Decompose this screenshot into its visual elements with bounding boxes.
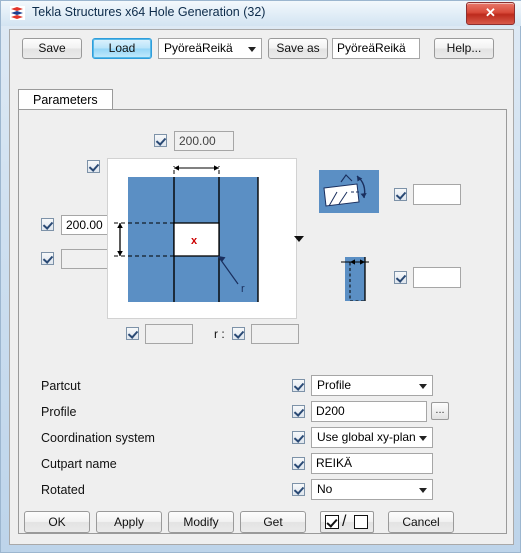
partcut-combo[interactable]: Profile [311,375,433,396]
bottom-field-1-checkbox[interactable] [126,327,139,340]
coordination-system-combo-value: Use global xy-plan [317,430,416,444]
left-field-2-checkbox[interactable] [41,252,54,265]
top-field-checkbox[interactable] [154,134,167,147]
coordination-system-combo[interactable]: Use global xy-plan [311,427,433,448]
edge-distance-icon[interactable] [339,253,375,302]
center-marker-icon: x [191,235,198,247]
tekla-logo-icon [10,6,25,20]
bottom-field-2-checkbox[interactable] [232,327,245,340]
edge-distance-field-checkbox[interactable] [394,271,407,284]
property-label-coordination-system: Coordination system [41,431,155,445]
toolbar: Save Load PyöreäReikä Save as PyöreäReik… [10,30,513,64]
title-bar: Tekla Structures x64 Hole Generation (32… [1,1,521,26]
hole-geometry-drawing: x r [114,165,259,302]
chevron-down-icon[interactable] [294,236,304,242]
cutpart-name-checkbox[interactable] [292,457,305,470]
dialog-window: Tekla Structures x64 Hole Generation (32… [0,0,521,553]
save-as-input[interactable]: PyöreäReikä [332,38,420,59]
profile-input[interactable]: D200 [311,401,427,422]
radius-label: r [241,283,245,295]
diagram-panel-checkbox[interactable] [87,160,100,173]
profile-checkbox[interactable] [292,405,305,418]
chevron-down-icon [419,383,427,389]
cancel-button[interactable]: Cancel [388,511,454,533]
preset-combo-value: PyöreäReikä [164,41,233,55]
bottom-field-2-input[interactable] [251,324,299,344]
property-label-partcut: Partcut [41,379,81,393]
property-label-cutpart-name: Cutpart name [41,457,117,471]
edge-distance-field-input[interactable] [413,267,461,288]
profile-browse-button[interactable]: ... [431,402,449,420]
apply-button[interactable]: Apply [96,511,162,533]
rotation-field-checkbox[interactable] [394,188,407,201]
chevron-down-icon [248,46,256,52]
bottom-field-1-input[interactable] [145,324,193,344]
client-area: Save Load PyöreäReikä Save as PyöreäReik… [9,29,514,545]
coordination-system-checkbox[interactable] [292,431,305,444]
dialog-button-bar: OK Apply Modify Get / Cancel [10,500,513,544]
property-label-profile: Profile [41,405,77,419]
help-button[interactable]: Help... [434,38,494,59]
tab-page-parameters: 200.00 200.00 x r r: Partcut Profile Pr… [18,109,507,534]
toggle-separator: / [342,513,347,530]
chevron-down-icon [419,435,427,441]
toggle-checked-icon [325,515,339,529]
rotated-combo-value: No [317,482,333,496]
chevron-down-icon [419,487,427,493]
rotated-combo[interactable]: No [311,479,433,500]
property-label-rotated: Rotated [41,483,85,497]
modify-button[interactable]: Modify [168,511,234,533]
tab-parameters[interactable]: Parameters [18,89,113,110]
partcut-combo-value: Profile [317,378,352,392]
top-field-input[interactable]: 200.00 [174,131,234,151]
close-button[interactable]: ✕ [466,2,515,25]
radius-field-prefix: r : [214,327,225,341]
tab-strip: Parameters [18,89,507,110]
hole-geometry-diagram: x r [107,158,297,319]
rotation-icon[interactable] [319,170,379,213]
ok-button[interactable]: OK [24,511,90,533]
left-field-2-input[interactable] [61,249,109,269]
left-field-1-checkbox[interactable] [41,218,54,231]
save-as-button[interactable]: Save as [268,38,328,59]
get-button[interactable]: Get [240,511,306,533]
partcut-checkbox[interactable] [292,379,305,392]
left-field-1-input[interactable]: 200.00 [61,215,109,235]
window-title: Tekla Structures x64 Hole Generation (32… [32,5,266,19]
rotated-checkbox[interactable] [292,483,305,496]
cutpart-name-input[interactable]: REIKÄ [311,453,433,474]
save-button[interactable]: Save [22,38,82,59]
select-all-toggle-button[interactable]: / [320,511,374,533]
toggle-unchecked-icon [354,515,368,529]
rotation-field-input[interactable] [413,184,461,205]
load-button[interactable]: Load [92,38,152,59]
preset-combo[interactable]: PyöreäReikä [158,38,262,59]
